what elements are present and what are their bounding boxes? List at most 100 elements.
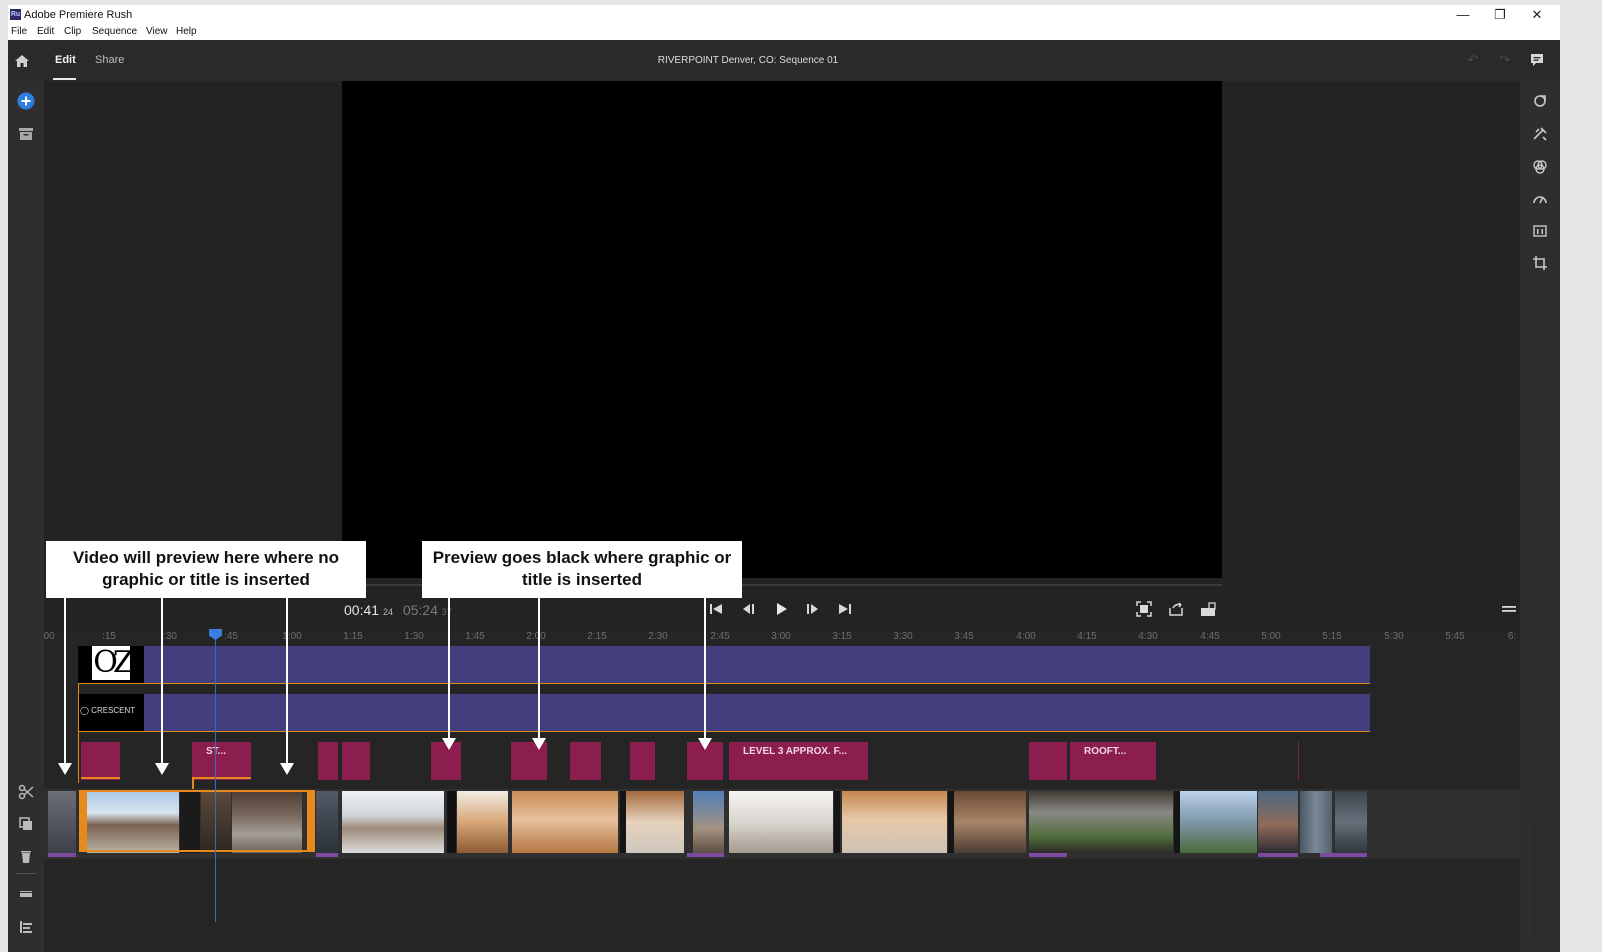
video-clip[interactable] [1300,791,1332,853]
title-clip[interactable] [318,742,338,780]
transform-icon[interactable] [1532,255,1548,271]
annotation-arrow [698,598,712,750]
video-clip[interactable] [1335,791,1367,853]
video-preview[interactable] [342,81,1222,578]
active-tab-indicator [53,78,76,80]
video-clip[interactable] [626,791,684,853]
aspect-ratio-icon[interactable] [1200,601,1216,617]
selection-edge [192,777,251,779]
video-clip[interactable] [512,791,618,853]
fit-to-screen-icon[interactable] [1136,601,1152,617]
go-to-end-icon[interactable] [837,601,853,617]
video-clip[interactable] [954,791,1026,853]
video-clip[interactable] [729,791,833,853]
audio-icon[interactable] [1532,223,1548,239]
annotation-arrow [280,598,294,775]
timeline-scrollbar[interactable] [1532,818,1542,938]
collapse-track-icon[interactable] [18,887,34,903]
ruler-label: 4:00 [1016,631,1036,642]
add-media-icon[interactable] [17,92,35,110]
timeline-menu-icon[interactable] [1502,604,1516,614]
video-clip[interactable] [447,791,456,853]
video-clip[interactable] [48,791,76,853]
annotation-arrow [58,598,72,775]
ruler-label: 2:45 [710,631,730,642]
ruler-label: :15 [102,631,116,642]
clip-audio-bar [1258,853,1298,857]
play-icon[interactable] [773,601,789,617]
video-clip[interactable] [842,791,947,853]
comment-icon[interactable] [1529,52,1545,68]
header-bar: Edit Share RIVERPOINT Denver, CO: Sequen… [8,40,1560,81]
video-clip[interactable] [834,791,840,853]
go-to-start-icon[interactable] [708,601,724,617]
duration-time: 05:24 [402,602,438,618]
video-clip[interactable] [1258,791,1298,853]
video-clip[interactable] [316,791,338,853]
title-clip[interactable]: ROOFT... [1070,742,1156,780]
title-clip[interactable] [81,742,120,780]
ruler-label: 5:00 [1261,631,1281,642]
menu-clip[interactable]: Clip [64,26,81,37]
video-clip[interactable] [342,791,444,853]
annotation-left: Video will preview here where no graphic… [46,541,366,598]
toolbar-divider [16,873,36,874]
menu-help[interactable]: Help [176,26,197,37]
annotation-arrow [532,598,546,750]
menu-sequence[interactable]: Sequence [92,26,137,37]
clip-audio-bar [316,853,338,857]
redo-icon[interactable]: ↷ [1497,52,1513,68]
archive-icon[interactable] [17,125,35,143]
ruler-label: 3:30 [893,631,913,642]
graphic-clip[interactable] [78,694,1370,731]
ruler-label: 5:45 [1445,631,1465,642]
transitions-icon[interactable] [1532,93,1548,109]
menu-edit[interactable]: Edit [37,26,54,37]
duplicate-icon[interactable] [18,816,34,832]
ruler-label: 1:45 [465,631,485,642]
video-clip[interactable] [1180,791,1257,853]
video-clip[interactable] [693,791,724,853]
playhead[interactable] [215,635,216,922]
close-button[interactable]: ✕ [1519,6,1555,24]
step-forward-icon[interactable] [805,601,821,617]
title-clip[interactable]: LEVEL 3 APPROX. F... [729,742,868,780]
video-clip[interactable] [457,791,508,853]
selection-edge [78,683,1370,684]
title-clip[interactable] [570,742,601,780]
effects-icon[interactable] [1532,126,1548,142]
annotation-arrow [155,598,169,775]
left-toolbar [8,81,44,952]
selected-clip-frame[interactable] [79,790,315,852]
restore-button[interactable]: ❐ [1482,6,1518,24]
ruler-label: :45 [224,631,238,642]
video-clip[interactable] [1029,791,1173,853]
delete-icon[interactable] [18,848,34,864]
graphic-clip[interactable] [78,646,1370,683]
step-back-icon[interactable] [740,601,756,617]
track-list-icon[interactable] [18,919,34,935]
title-clip[interactable] [1029,742,1067,780]
undo-icon[interactable]: ↶ [1465,52,1481,68]
current-time: 00:41 [344,602,380,618]
annotation-right: Preview goes black where graphic or titl… [422,541,742,598]
title-clip[interactable] [342,742,370,780]
ruler-label: 3:00 [771,631,791,642]
app-window: Ru Adobe Premiere Rush — ❐ ✕ File Edit C… [8,5,1560,952]
speed-icon[interactable] [1532,191,1548,207]
split-clip-icon[interactable] [18,784,34,800]
clip-audio-bar [1320,853,1367,857]
minimize-button[interactable]: — [1445,6,1481,24]
export-frame-icon[interactable] [1168,601,1184,617]
menu-view[interactable]: View [146,26,168,37]
selection-edge [78,683,79,783]
color-icon[interactable] [1532,159,1548,175]
ruler-label: 6: [1507,631,1517,642]
ruler-label: 5:30 [1384,631,1404,642]
menu-file[interactable]: File [11,26,27,37]
timeline-ruler[interactable]: 00 :15 :30 :45 1:00 1:15 1:30 1:45 2:00 … [43,627,1520,645]
title-clip[interactable]: ST... [192,742,251,780]
crescent-logo: ◯ CRESCENT [80,706,136,715]
ruler-label: 2:15 [587,631,607,642]
title-clip[interactable] [630,742,655,780]
